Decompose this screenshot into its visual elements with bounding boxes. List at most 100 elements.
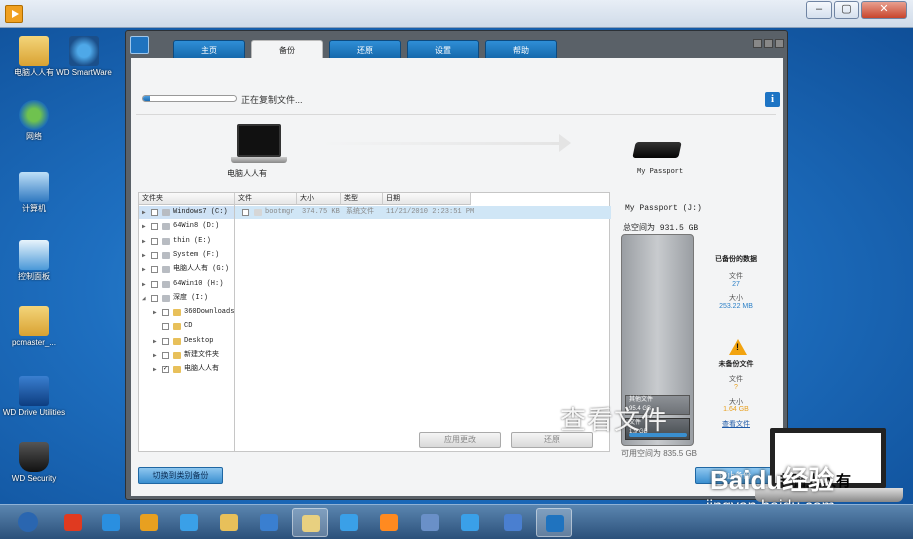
folder-checkbox[interactable] bbox=[151, 209, 158, 216]
desktop-icon-label: 网络 bbox=[26, 132, 42, 141]
folder-checkbox[interactable] bbox=[162, 337, 169, 345]
backed-up-files-label: 文件 bbox=[729, 273, 743, 280]
not-backed-files-count: ? bbox=[734, 384, 738, 391]
maximize-button[interactable]: ▢ bbox=[834, 1, 859, 19]
tab-home[interactable]: 主页 bbox=[173, 40, 245, 59]
desktop-icon-computer[interactable]: 计算机 bbox=[2, 172, 66, 214]
column-header-type[interactable]: 类型 bbox=[341, 193, 383, 205]
desktop-icon-wd-drive-utilities[interactable]: WD Drive Utilities bbox=[2, 376, 66, 418]
folder-tree-item[interactable]: ▶ ✓ 电脑人人有 bbox=[139, 363, 234, 376]
file-checkbox[interactable] bbox=[242, 209, 249, 216]
folder-label: 360Downloads bbox=[184, 308, 235, 317]
transfer-arrow-head bbox=[559, 134, 571, 152]
close-button[interactable]: ✕ bbox=[861, 1, 907, 19]
tab-help[interactable]: 帮助 bbox=[485, 40, 557, 59]
folder-checkbox[interactable] bbox=[162, 309, 169, 317]
tab-settings[interactable]: 设置 bbox=[407, 40, 479, 59]
drive-icon bbox=[162, 237, 170, 245]
folder-tree-item[interactable]: ◢ 深度 (I:) bbox=[139, 292, 234, 305]
expand-arrow-icon[interactable]: ▶ bbox=[142, 235, 148, 248]
expand-arrow-icon[interactable]: ▶ bbox=[142, 249, 148, 262]
total-space: 总空间为 931.5 GB bbox=[623, 224, 699, 233]
folder-tree-item[interactable]: ▶ Windows7 (C:) bbox=[139, 206, 234, 219]
expand-arrow-icon[interactable]: ▶ bbox=[153, 349, 159, 362]
taskbar-chrome-icon[interactable] bbox=[131, 508, 167, 537]
desktop-icon-pcmaster[interactable]: pcmaster_... bbox=[2, 306, 66, 348]
folder-tree-item[interactable]: ▶ 电脑人人有 (G:) bbox=[139, 263, 234, 276]
minimize-button[interactable]: – bbox=[806, 1, 832, 19]
column-header-date[interactable]: 日期 bbox=[383, 193, 471, 205]
taskbar-network-icon[interactable] bbox=[452, 508, 488, 537]
app-close-button[interactable] bbox=[775, 39, 784, 48]
expand-arrow-icon[interactable]: ▶ bbox=[153, 306, 159, 319]
network-icon bbox=[461, 514, 479, 531]
taskbar-control-panel-icon[interactable] bbox=[251, 508, 287, 537]
app-maximize-button[interactable] bbox=[764, 39, 773, 48]
taskbar-browser-icon[interactable] bbox=[171, 508, 207, 537]
column-header-file[interactable]: 文件 bbox=[235, 193, 297, 205]
divider bbox=[136, 114, 776, 115]
system-file-icon bbox=[254, 209, 262, 216]
folder-tree-item[interactable]: ▶ Desktop bbox=[139, 335, 234, 348]
app-minimize-button[interactable] bbox=[753, 39, 762, 48]
taskbar-wd-icon[interactable] bbox=[536, 508, 572, 537]
folder-tree-item[interactable]: ▶ 新建文件夹 bbox=[139, 349, 234, 362]
desktop-icon-label: WD Drive Utilities bbox=[2, 408, 66, 417]
external-drive-icon bbox=[632, 142, 682, 158]
expand-arrow-icon[interactable]: ▶ bbox=[142, 220, 148, 233]
desktop-icon-wd-security[interactable]: WD Security bbox=[2, 442, 66, 484]
taskbar-media-icon[interactable] bbox=[371, 508, 407, 537]
taskbar-start[interactable] bbox=[10, 508, 46, 537]
backed-up-size: 253.22 MB bbox=[719, 303, 753, 310]
folder-tree-item[interactable]: ▶ thin (E:) bbox=[139, 235, 234, 248]
collapse-arrow-icon[interactable]: ◢ bbox=[142, 292, 148, 305]
wd-security-icon bbox=[19, 442, 49, 472]
column-header-size[interactable]: 大小 bbox=[297, 193, 341, 205]
folder-checkbox[interactable] bbox=[151, 237, 158, 245]
expand-arrow-icon[interactable]: ▶ bbox=[142, 206, 148, 219]
expand-arrow-icon[interactable]: ▶ bbox=[142, 278, 148, 291]
tab-backup[interactable]: 备份 bbox=[251, 40, 323, 60]
folder-checkbox[interactable] bbox=[162, 352, 169, 359]
folder-tree-item[interactable]: ▶ 64Win10 (H:) bbox=[139, 278, 234, 291]
folder-checkbox[interactable] bbox=[151, 280, 158, 288]
folder-label: Desktop bbox=[184, 336, 214, 345]
folder-tree-item[interactable]: ▶ System (F:) bbox=[139, 249, 234, 262]
folder-checkbox[interactable] bbox=[151, 294, 158, 302]
not-backed-title: 未备份文件 bbox=[718, 361, 754, 368]
file-browser: 文件夹 ▶ Windows7 (C:) ▶ 64Win8 (D:) ▶ thin (E:)… bbox=[138, 192, 611, 452]
folder-tree-item[interactable]: CD bbox=[139, 320, 234, 333]
puzzle-icon bbox=[504, 514, 522, 531]
expand-arrow-icon[interactable]: ▶ bbox=[153, 335, 159, 348]
folder-tree-item[interactable]: ▶ 360Downloads bbox=[139, 306, 234, 319]
folder-checkbox[interactable] bbox=[151, 223, 158, 231]
folder-tree-item[interactable]: ▶ 64Win8 (D:) bbox=[139, 220, 234, 233]
folder-label: 深度 (I:) bbox=[173, 293, 209, 302]
folder-label: CD bbox=[184, 322, 193, 331]
info-icon[interactable]: i bbox=[765, 92, 780, 107]
folder-checkbox[interactable]: ✓ bbox=[162, 366, 169, 374]
desktop-icon-network[interactable]: 网络 bbox=[2, 100, 66, 142]
folder-checkbox[interactable] bbox=[162, 323, 169, 331]
apply-changes-button[interactable]: 应用更改 bbox=[419, 432, 501, 448]
view-files-link[interactable]: 查看文件 bbox=[706, 419, 766, 429]
taskbar-puzzle-icon[interactable] bbox=[495, 508, 531, 537]
folder-checkbox[interactable] bbox=[151, 251, 158, 259]
desktop-icon-wd-smartware[interactable]: WD SmartWare bbox=[52, 36, 116, 78]
folder-checkbox[interactable] bbox=[151, 266, 158, 274]
taskbar-360-icon[interactable] bbox=[55, 508, 91, 537]
taskbar-explorer-icon[interactable] bbox=[292, 508, 328, 537]
tab-restore[interactable]: 还原 bbox=[329, 40, 401, 59]
taskbar-folder-icon[interactable] bbox=[211, 508, 247, 537]
expand-arrow-icon[interactable]: ▶ bbox=[153, 363, 159, 376]
network-icon bbox=[19, 100, 49, 130]
taskbar-flower-icon[interactable] bbox=[331, 508, 367, 537]
caption-watermark: 查看文件 bbox=[560, 406, 669, 436]
taskbar-ie-icon[interactable] bbox=[93, 508, 129, 537]
switch-to-category-backup-button[interactable]: 切换到类别备份 bbox=[138, 467, 223, 484]
desktop-icon-control-panel[interactable]: 控制面板 bbox=[2, 240, 66, 282]
expand-arrow-icon[interactable]: ▶ bbox=[142, 263, 148, 276]
start-icon bbox=[18, 512, 38, 532]
taskbar-paint-icon[interactable] bbox=[412, 508, 448, 537]
file-row[interactable]: bootmgr 374.75 KB 系统文件 11/21/2010 2:23:5… bbox=[235, 206, 611, 219]
